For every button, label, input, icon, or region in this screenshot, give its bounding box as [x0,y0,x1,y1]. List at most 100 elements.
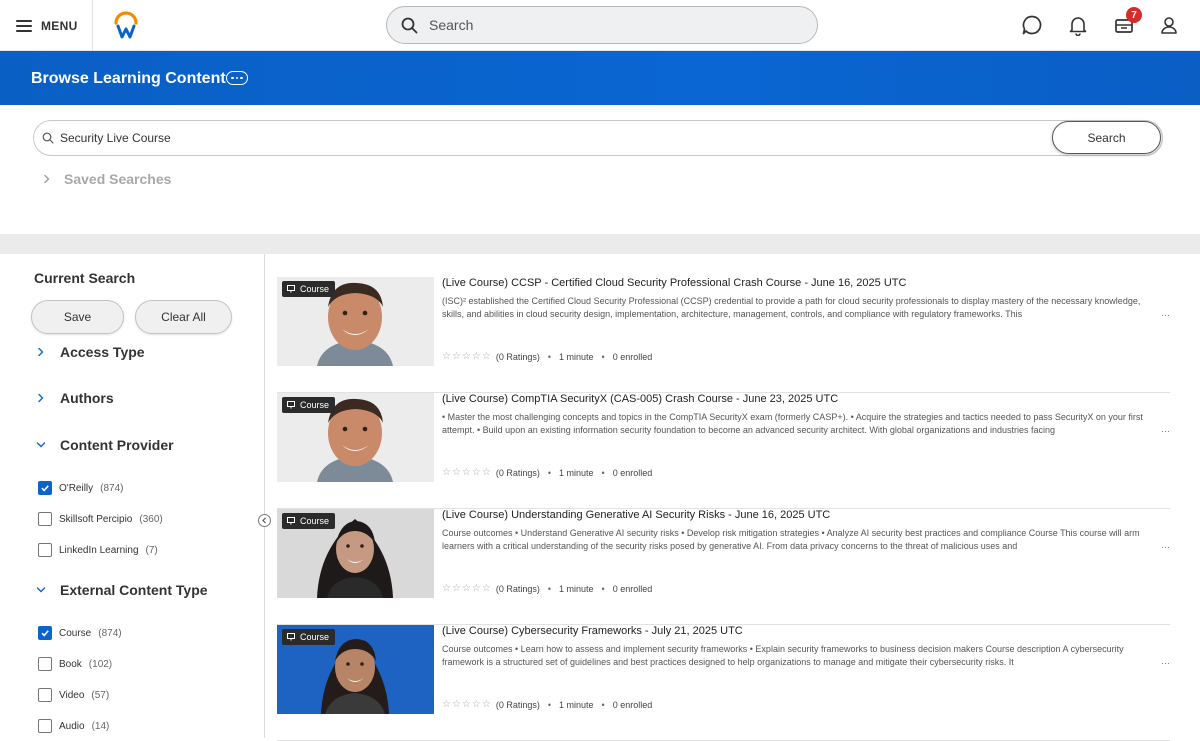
tag-label: Course [300,400,330,410]
checkbox-icon[interactable] [38,626,52,640]
course-thumbnail[interactable]: Course [277,277,434,366]
filter-sidebar: Current Search Save Clear All Access Typ… [0,254,265,738]
course-icon [287,633,295,641]
result-title[interactable]: (Live Course) Understanding Generative A… [442,509,830,521]
result-meta: ☆☆☆☆☆ (0 Ratings) • 1 minute • 0 enrolle… [442,467,652,478]
course-thumbnail[interactable]: Course [277,509,434,598]
option-count: (874) [98,627,122,639]
save-button[interactable]: Save [31,300,124,334]
separator: • [601,467,605,478]
facet-option-oreilly[interactable]: O'Reilly (874) [38,481,124,495]
result-card: Course (Live Course) CompTIA SecurityX (… [277,393,1170,509]
chat-icon[interactable] [1021,14,1043,36]
bell-icon[interactable] [1067,14,1089,36]
top-bar: MENU 7 [0,0,1200,51]
separator: • [547,583,551,594]
enrolled-count: 0 enrolled [612,467,653,478]
facet-option-video[interactable]: Video (57) [38,688,109,702]
chevron-left-icon [262,517,266,524]
duration: 1 minute [559,467,594,478]
chevron-down-icon [36,442,46,448]
ellipsis: … [1161,424,1170,434]
course-icon [287,285,295,293]
facet-option-book[interactable]: Book (102) [38,657,112,671]
content-type-tag: Course [282,397,336,413]
facet-label: Content Provider [60,437,174,453]
option-count: (57) [91,689,110,701]
chevron-down-icon [36,587,46,593]
checkbox-icon[interactable] [38,481,52,495]
search-button[interactable]: Search [1052,121,1161,154]
saved-searches-label: Saved Searches [64,171,172,187]
ellipsis: … [1161,540,1170,550]
facet-authors[interactable]: Authors [36,390,114,406]
option-count: (14) [91,720,110,732]
menu-button[interactable]: MENU [0,0,93,51]
result-meta: ☆☆☆☆☆ (0 Ratings) • 1 minute • 0 enrolle… [442,351,652,362]
checkbox-icon[interactable] [38,719,52,733]
result-title[interactable]: (Live Course) Cybersecurity Frameworks -… [442,625,743,637]
separator: • [547,351,551,362]
option-name: Video [59,689,85,701]
facet-label: Authors [60,390,114,406]
facet-option-course[interactable]: Course (874) [38,626,122,640]
facet-option-audio[interactable]: Audio (14) [38,719,109,733]
option-count: (7) [145,544,158,556]
checkbox-icon[interactable] [38,543,52,557]
enrolled-count: 0 enrolled [612,351,653,362]
star-icon[interactable]: ☆☆☆☆☆ [442,467,492,478]
star-icon[interactable]: ☆☆☆☆☆ [442,699,492,710]
tag-label: Course [300,516,330,526]
result-card: Course (Live Course) Cybersecurity Frame… [277,625,1170,741]
facet-option-linkedin[interactable]: LinkedIn Learning (7) [38,543,158,557]
ratings-count: (0 Ratings) [495,467,540,478]
more-icon[interactable] [226,71,248,85]
result-title[interactable]: (Live Course) CCSP - Certified Cloud Sec… [442,277,906,289]
option-name: Skillsoft Percipio [59,513,133,525]
search-icon [401,17,418,33]
global-search[interactable] [386,6,818,44]
course-icon [287,401,295,409]
global-search-input[interactable] [429,17,789,33]
sidebar-collapse-handle[interactable] [258,514,271,527]
option-name: Course [59,627,92,639]
facet-label: External Content Type [60,582,208,598]
result-title[interactable]: (Live Course) CompTIA SecurityX (CAS-005… [442,393,838,405]
menu-label: MENU [41,18,78,33]
workday-logo[interactable] [112,11,140,39]
duration: 1 minute [559,699,594,710]
option-count: (874) [100,482,124,494]
current-search-title: Current Search [34,270,136,286]
profile-icon[interactable] [1158,14,1180,36]
option-name: O'Reilly [59,482,94,494]
facet-access-type[interactable]: Access Type [36,344,145,360]
saved-searches-toggle[interactable]: Saved Searches [42,171,171,187]
chevron-right-icon [38,393,44,403]
result-description: • Master the most challenging concepts a… [442,412,1143,435]
duration: 1 minute [559,351,594,362]
result-description: (ISC)² established the Certified Cloud S… [442,296,1141,319]
course-icon [287,517,295,525]
separator: • [601,351,605,362]
ratings-count: (0 Ratings) [495,699,540,710]
course-thumbnail[interactable]: Course [277,393,434,482]
star-icon[interactable]: ☆☆☆☆☆ [442,583,492,594]
content-type-tag: Course [282,513,336,529]
facet-option-skillsoft[interactable]: Skillsoft Percipio (360) [38,512,163,526]
clear-all-button[interactable]: Clear All [135,300,232,334]
tag-label: Course [300,284,330,294]
content-search-input[interactable] [60,131,1040,145]
checkbox-icon[interactable] [38,512,52,526]
separator: • [601,699,605,710]
course-thumbnail[interactable]: Course [277,625,434,714]
ratings-count: (0 Ratings) [495,583,540,594]
star-icon[interactable]: ☆☆☆☆☆ [442,351,492,362]
checkbox-icon[interactable] [38,657,52,671]
facet-label: Access Type [60,344,145,360]
facet-external-content-type[interactable]: External Content Type [36,582,208,598]
content-type-tag: Course [282,629,336,645]
section-divider [0,234,1200,254]
facet-content-provider[interactable]: Content Provider [36,437,174,453]
checkbox-icon[interactable] [38,688,52,702]
content-search[interactable] [33,120,1163,156]
